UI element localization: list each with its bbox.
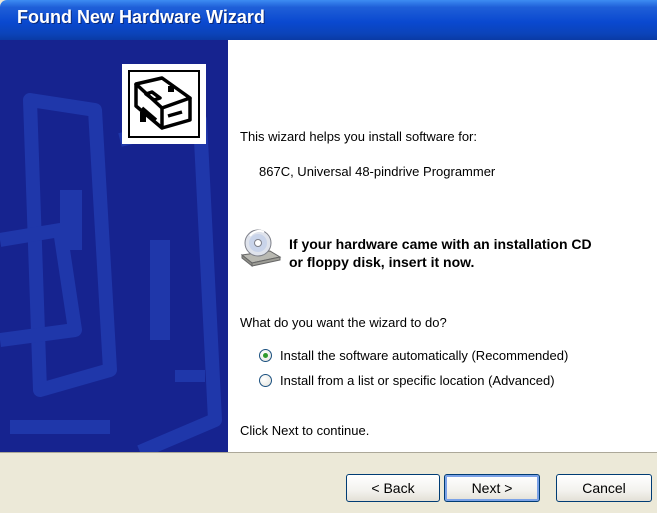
- back-button[interactable]: < Back: [346, 474, 440, 502]
- option-install-automatic[interactable]: Install the software automatically (Reco…: [259, 346, 568, 364]
- hardware-card-icon: [122, 64, 206, 144]
- cd-instructions-line2: or floppy disk, insert it now.: [289, 254, 475, 270]
- cd-instructions-line1: If your hardware came with an installati…: [289, 236, 592, 252]
- device-name: 867C, Universal 48-pindrive Programmer: [259, 164, 496, 179]
- option-install-from-list[interactable]: Install from a list or specific location…: [259, 371, 555, 389]
- cancel-button[interactable]: Cancel: [556, 474, 652, 502]
- option-label[interactable]: Install from a list or specific location…: [280, 373, 555, 388]
- footer-separator: [0, 452, 657, 453]
- cd-drive-icon: [238, 227, 282, 269]
- intro-text: This wizard helps you install software f…: [240, 129, 477, 144]
- wizard-window: Found New Hardware Wizard This wizard he…: [0, 0, 657, 513]
- wizard-content: This wizard helps you install software f…: [0, 40, 657, 452]
- continue-text: Click Next to continue.: [240, 423, 370, 438]
- radio-install-automatic[interactable]: [259, 348, 272, 362]
- cd-instructions: If your hardware came with an installati…: [289, 235, 592, 271]
- option-label[interactable]: Install the software automatically (Reco…: [280, 348, 568, 363]
- window-title: Found New Hardware Wizard: [17, 7, 265, 27]
- title-bar[interactable]: Found New Hardware Wizard: [0, 0, 657, 40]
- wizard-question: What do you want the wizard to do?: [240, 315, 447, 330]
- next-button[interactable]: Next >: [444, 474, 540, 502]
- wizard-banner: [0, 40, 228, 452]
- radio-install-from-list[interactable]: [259, 373, 272, 387]
